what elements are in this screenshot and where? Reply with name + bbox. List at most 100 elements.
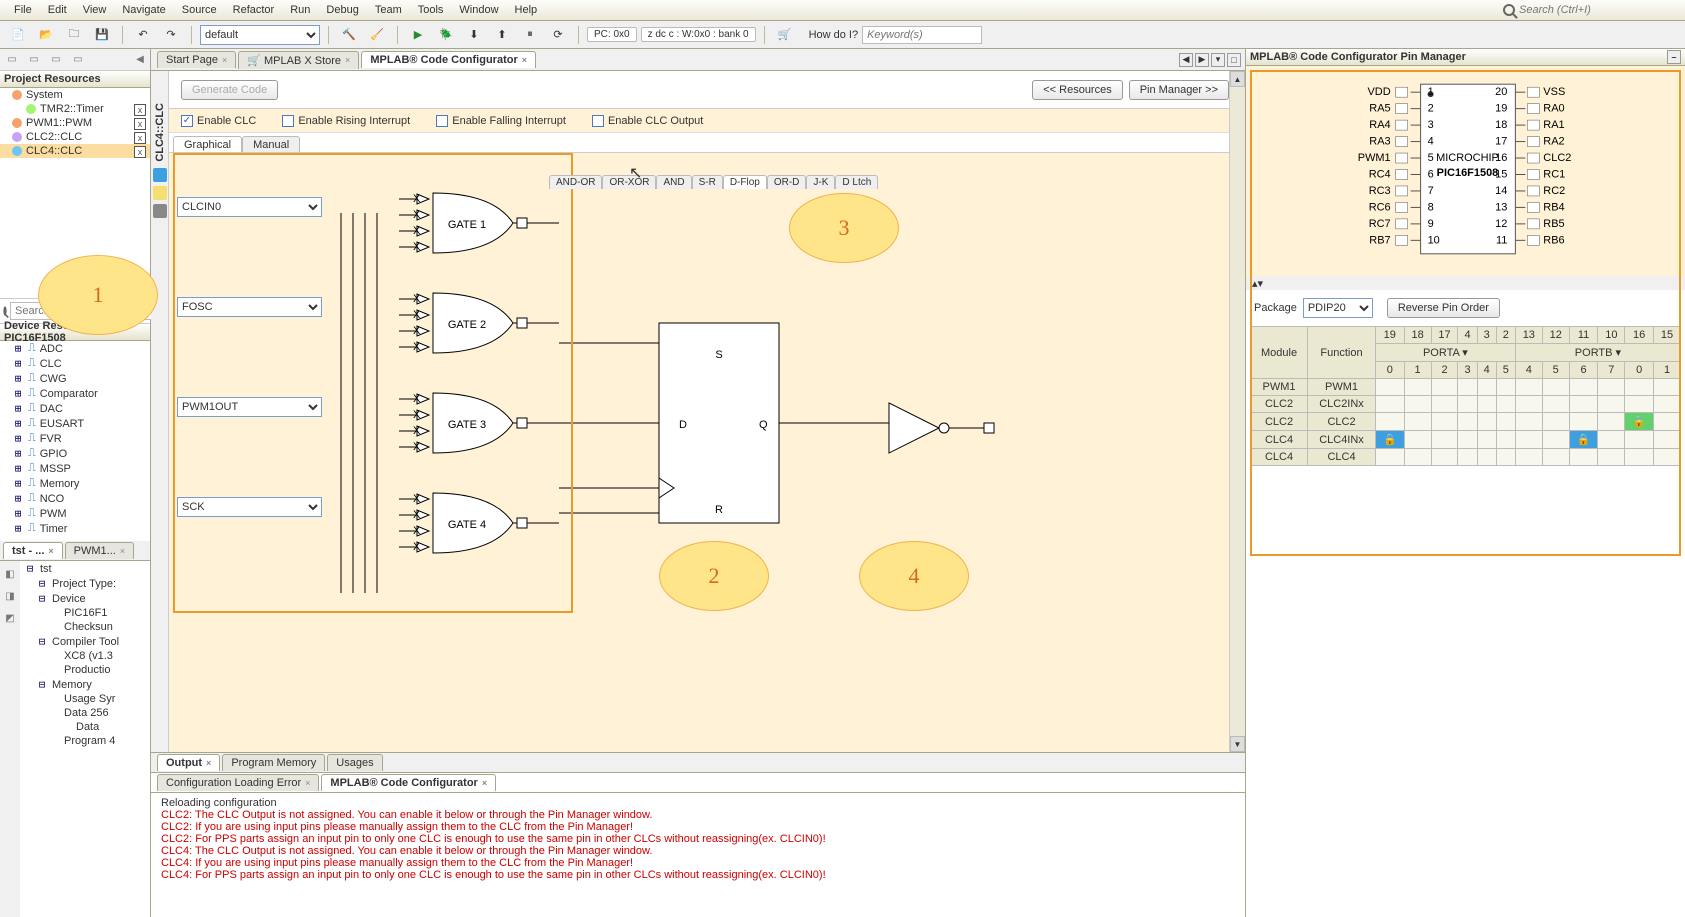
tab-tool-icon[interactable]: ▾ [1211, 53, 1225, 67]
nav-tree-item[interactable]: Checksun [20, 620, 150, 634]
expand-icon[interactable]: ⊞ [12, 372, 24, 385]
pin-cell[interactable] [1515, 431, 1542, 449]
project-nav-tree[interactable]: ⊟tst⊟Project Type:⊟DevicePIC16F1Checksun… [20, 561, 150, 917]
pin-cell[interactable] [1515, 413, 1542, 431]
gutter-icon[interactable] [153, 186, 167, 200]
pin-cell-locked[interactable]: 🔒 [1625, 413, 1654, 431]
nav-icon[interactable]: ◩ [0, 609, 20, 627]
project-res-item[interactable]: PWM1::PWMx [0, 116, 150, 130]
pin-cell[interactable] [1458, 379, 1477, 396]
device-res-item[interactable]: ⊞⎍Timer [0, 521, 150, 536]
close-icon[interactable]: × [120, 546, 125, 556]
bottom-tab[interactable]: Output × [157, 754, 220, 771]
pin-cell[interactable] [1598, 431, 1625, 449]
mini-icon[interactable]: ▭ [68, 51, 88, 69]
menu-window[interactable]: Window [451, 2, 506, 18]
pin-cell[interactable] [1542, 431, 1569, 449]
debug-icon[interactable]: 🪲 [434, 24, 458, 46]
pin-cell[interactable] [1496, 431, 1515, 449]
option-checkbox[interactable]: Enable Falling Interrupt [436, 115, 566, 127]
clc-input-select[interactable]: FOSC [177, 297, 322, 317]
reset-icon[interactable]: ⟳ [546, 24, 570, 46]
option-checkbox[interactable]: Enable Rising Interrupt [282, 115, 410, 127]
editor-tab[interactable]: Start Page × [157, 51, 236, 68]
nav-tree-item[interactable]: Program 4 [20, 734, 150, 748]
expand-icon[interactable]: ⊞ [12, 492, 24, 505]
gutter-icon[interactable] [153, 204, 167, 218]
close-icon[interactable]: × [522, 55, 527, 65]
output-sub-tabs[interactable]: Configuration Loading Error ×MPLAB® Code… [151, 773, 1245, 793]
pin-cell[interactable] [1375, 379, 1404, 396]
logic-type-tab[interactable]: D-Flop [723, 175, 767, 189]
pin-cell[interactable] [1569, 449, 1598, 466]
pin-cell[interactable] [1404, 413, 1431, 431]
pin-cell[interactable] [1515, 396, 1542, 413]
pin-cell[interactable] [1625, 431, 1654, 449]
pin-cell[interactable] [1431, 449, 1458, 466]
clc-input-select[interactable]: SCK [177, 497, 322, 517]
pin-cell[interactable] [1625, 449, 1654, 466]
open-icon[interactable]: 🗀 [62, 24, 86, 46]
pin-cell[interactable] [1477, 449, 1496, 466]
pin-cell[interactable] [1542, 379, 1569, 396]
pin-cell[interactable] [1375, 449, 1404, 466]
view-tab[interactable]: Graphical [173, 136, 242, 152]
undo-icon[interactable]: ↶ [131, 24, 155, 46]
pin-cell[interactable] [1598, 396, 1625, 413]
device-res-item[interactable]: ⊞⎍Memory [0, 476, 150, 491]
run-icon[interactable]: ▶ [406, 24, 430, 46]
close-icon[interactable]: x [134, 146, 146, 158]
clean-icon[interactable]: 🧹 [365, 24, 389, 46]
pin-cell[interactable] [1404, 431, 1431, 449]
pin-cell[interactable] [1654, 431, 1681, 449]
device-res-item[interactable]: ⊞⎍CLC [0, 356, 150, 371]
expand-icon[interactable]: ⊞ [12, 357, 24, 370]
program-icon[interactable]: ⬇ [462, 24, 486, 46]
expand-icon[interactable]: ⊟ [24, 562, 36, 575]
output-tabs[interactable]: Output ×Program MemoryUsages [151, 753, 1245, 773]
pin-cell[interactable] [1431, 379, 1458, 396]
pin-cell[interactable] [1598, 379, 1625, 396]
gutter-icon[interactable] [153, 168, 167, 182]
expand-icon[interactable]: ⊞ [12, 432, 24, 445]
pin-cell[interactable] [1477, 379, 1496, 396]
pin-cell[interactable] [1458, 396, 1477, 413]
menu-tools[interactable]: Tools [410, 2, 452, 18]
howdo-input[interactable] [862, 26, 982, 44]
cart-icon[interactable]: 🛒 [773, 24, 797, 46]
pin-row[interactable]: PWM1PWM1 [1251, 379, 1681, 396]
expand-icon[interactable]: ⊞ [12, 507, 24, 520]
config-combo[interactable]: default [200, 25, 320, 45]
build-icon[interactable]: 🔨 [337, 24, 361, 46]
option-checkbox[interactable]: Enable CLC Output [592, 115, 703, 127]
menu-source[interactable]: Source [174, 2, 225, 18]
menu-team[interactable]: Team [367, 2, 410, 18]
pin-cell[interactable] [1477, 396, 1496, 413]
pin-cell[interactable] [1431, 396, 1458, 413]
mini-icon[interactable]: ▭ [46, 51, 66, 69]
collapse-handle[interactable]: ▴▾ [1246, 276, 1685, 290]
pin-cell[interactable] [1496, 379, 1515, 396]
pin-cell[interactable] [1431, 431, 1458, 449]
close-icon[interactable]: × [222, 55, 227, 65]
global-search-input[interactable] [1519, 4, 1679, 16]
pin-cell[interactable] [1515, 449, 1542, 466]
pin-cell[interactable] [1404, 379, 1431, 396]
bottom-tab[interactable]: Usages [327, 754, 382, 771]
new-project-icon[interactable]: 📂 [34, 24, 58, 46]
close-icon[interactable]: × [305, 778, 310, 788]
device-res-item[interactable]: ⊞⎍FVR [0, 431, 150, 446]
output-console[interactable]: Reloading configurationCLC2: The CLC Out… [151, 793, 1245, 917]
close-icon[interactable]: x [134, 104, 146, 116]
pin-manager-button[interactable]: Pin Manager >> [1129, 80, 1229, 100]
pin-cell[interactable] [1458, 449, 1477, 466]
project-res-item[interactable]: CLC4::CLCx [0, 144, 150, 158]
pin-cell[interactable] [1458, 413, 1477, 431]
clc-input-select[interactable]: CLCIN0 [177, 197, 322, 217]
pin-cell[interactable] [1515, 379, 1542, 396]
expand-icon[interactable]: ⊟ [36, 635, 48, 648]
project-res-item[interactable]: CLC2::CLCx [0, 130, 150, 144]
logic-type-tab[interactable]: S-R [692, 175, 723, 189]
pin-cell[interactable] [1496, 396, 1515, 413]
pin-cell[interactable] [1654, 379, 1681, 396]
